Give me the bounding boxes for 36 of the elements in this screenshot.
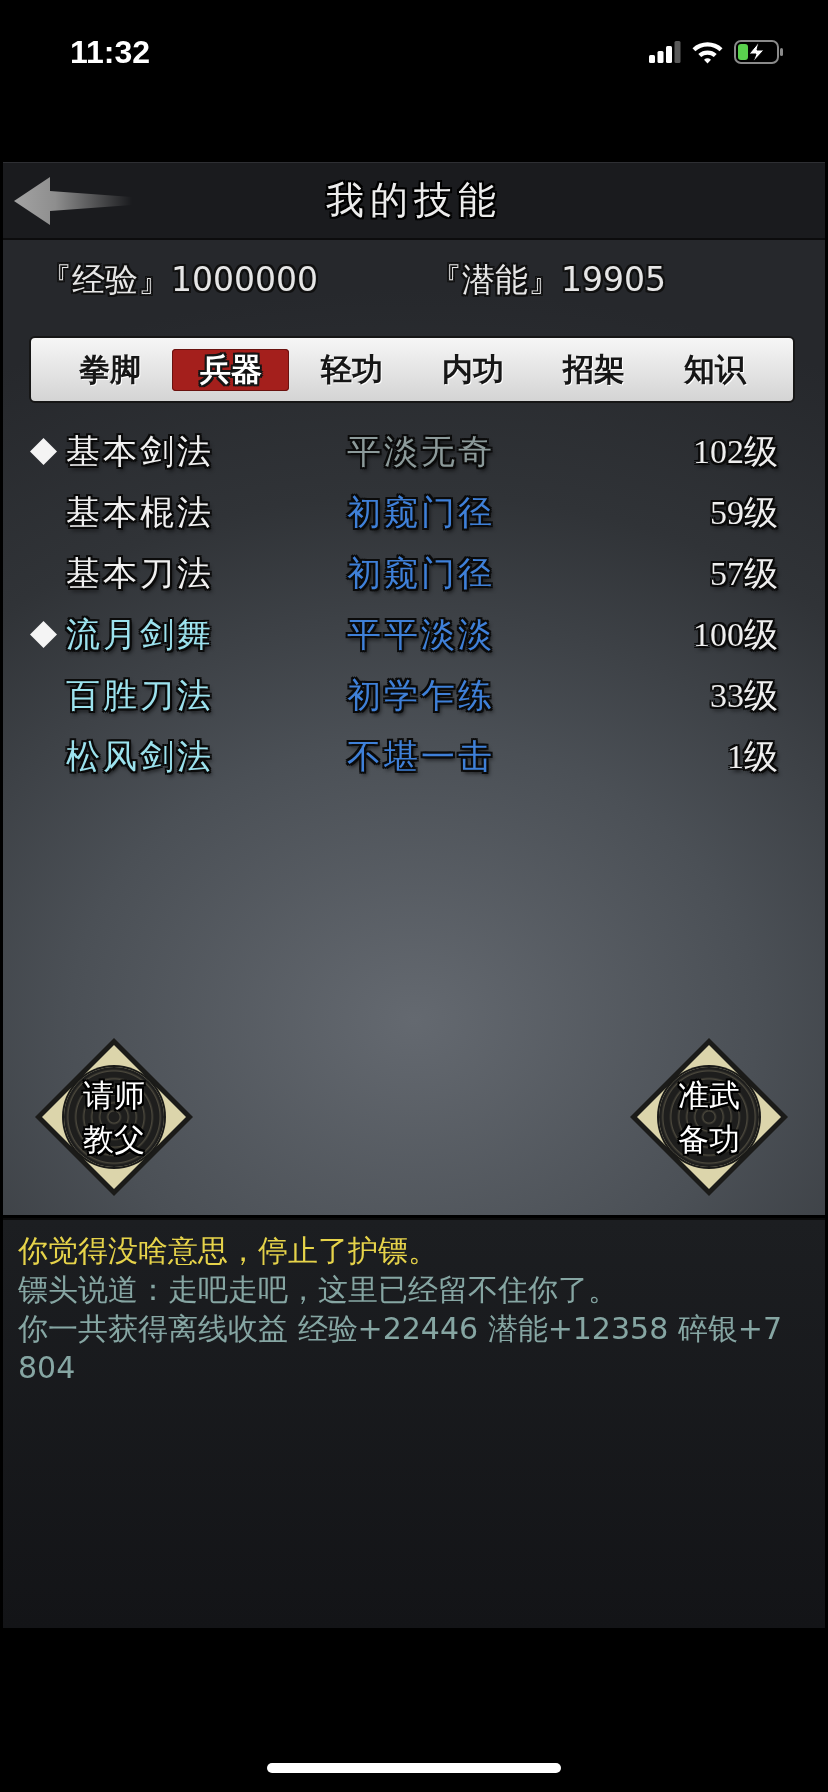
skill-level: 102级	[693, 431, 778, 472]
category-tab[interactable]: 知识	[656, 348, 773, 391]
log-message: 镖头说道：走吧走吧，这里已经留不住你了。	[18, 1271, 619, 1309]
category-tab[interactable]: 拳脚	[51, 348, 168, 391]
page-title: 我的技能	[326, 178, 502, 223]
skill-rank: 平淡无奇	[347, 431, 495, 472]
log-message: 你觉得没啥意思，停止了护镖。	[18, 1232, 439, 1270]
skill-rank: 初窥门径	[347, 553, 495, 594]
wifi-icon	[691, 40, 724, 64]
status-time: 11:32	[70, 33, 151, 71]
log-message: 你一共获得离线收益 经验+22446 潜能+12358 碎银+7804	[18, 1310, 783, 1387]
skill-level: 100级	[693, 614, 778, 655]
signal-bars-icon	[649, 41, 681, 63]
category-tab[interactable]: 兵器	[172, 348, 289, 391]
battery-charging-icon	[734, 40, 784, 64]
category-tab[interactable]: 内功	[414, 348, 531, 391]
skill-level: 1级	[727, 736, 778, 777]
diamond-button[interactable]: 请师教父	[35, 1038, 193, 1196]
skill-name: 百胜刀法	[66, 675, 214, 716]
skill-level: 59级	[710, 492, 778, 533]
skill-name: 基本剑法	[66, 431, 214, 472]
category-tab[interactable]: 轻功	[293, 348, 410, 391]
stat-text: 『经验』1000000	[39, 259, 318, 301]
skill-rank: 不堪一击	[347, 736, 495, 777]
skill-name: 基本棍法	[66, 492, 214, 533]
skill-rank: 初窥门径	[347, 492, 495, 533]
skill-name: 松风剑法	[66, 736, 214, 777]
skill-name: 基本刀法	[66, 553, 214, 594]
category-tab[interactable]: 招架	[535, 348, 652, 391]
skill-rank: 初学乍练	[347, 675, 495, 716]
stat-text: 『潜能』19905	[429, 259, 666, 301]
skill-level: 57级	[710, 553, 778, 594]
skill-level: 33级	[710, 675, 778, 716]
skill-rank: 平平淡淡	[347, 614, 495, 655]
diamond-button[interactable]: 准武备功	[630, 1038, 788, 1196]
skill-name: 流月剑舞	[66, 614, 214, 655]
